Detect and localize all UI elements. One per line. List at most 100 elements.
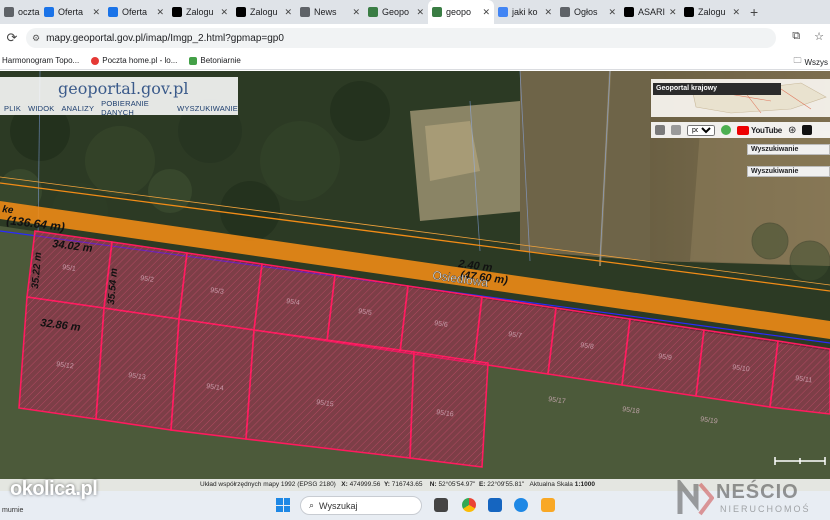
browser-tab[interactable]: ocztа✕ bbox=[0, 0, 40, 24]
menu-item-pobieranie[interactable]: POBIERANIE DANYCH bbox=[101, 99, 170, 117]
layers-icon[interactable] bbox=[655, 125, 665, 135]
search-icon bbox=[44, 7, 54, 17]
print-icon[interactable] bbox=[671, 125, 681, 135]
close-tab-icon[interactable]: ✕ bbox=[92, 7, 100, 18]
fullscreen-icon[interactable] bbox=[802, 125, 813, 135]
taskbar-left-text: murnie bbox=[2, 507, 24, 514]
youtube-label: YouTube bbox=[751, 125, 782, 135]
browser-tab[interactable]: News ✕ bbox=[296, 0, 364, 24]
all-bookmarks-folder[interactable]: 🗀 Wszys bbox=[793, 55, 828, 69]
url-input[interactable]: ⚙ mapy.geoportal.gov.pl/imap/Imgp_2.html… bbox=[26, 28, 776, 48]
plus-icon bbox=[189, 56, 198, 65]
close-tab-icon[interactable]: ✕ bbox=[284, 7, 292, 18]
geoportal-krajowy-label: Geoportal krajowy bbox=[653, 83, 781, 95]
search-icon bbox=[108, 7, 118, 17]
agency-name: NEŚCIO bbox=[716, 481, 799, 503]
search-icon: ⌕ bbox=[309, 500, 315, 510]
store-icon[interactable] bbox=[488, 498, 502, 512]
explorer-icon[interactable] bbox=[541, 498, 555, 512]
youtube-link[interactable]: YouTube bbox=[737, 125, 782, 135]
task-view-icon[interactable] bbox=[434, 498, 448, 512]
menu-item-wyszukiwanie[interactable]: WYSZUKIWANIE bbox=[177, 104, 238, 113]
map-canvas[interactable]: (136.64 m) ke 34.02 m 35.22 m 35.54 m 32… bbox=[0, 71, 830, 491]
e-value: 22°09'55.81" bbox=[487, 481, 525, 488]
taskbar-search[interactable]: ⌕ Wyszukaj bbox=[300, 496, 422, 515]
menu-item-analizy[interactable]: ANALIZY bbox=[61, 104, 94, 113]
browser-tab-label: geopo bbox=[446, 7, 472, 17]
close-tab-icon[interactable]: ✕ bbox=[669, 7, 677, 18]
browser-tab-label: Zalogu bbox=[250, 7, 278, 17]
browser-tab[interactable]: Oferta ✕ bbox=[40, 0, 104, 24]
browser-tab[interactable]: ASARI ✕ bbox=[620, 0, 680, 24]
map-icon bbox=[432, 7, 442, 17]
close-tab-icon[interactable]: ✕ bbox=[482, 7, 490, 18]
a-logo-icon bbox=[684, 7, 694, 17]
chrome-icon[interactable] bbox=[462, 498, 476, 512]
scale-value: 1:1000 bbox=[574, 481, 595, 488]
address-bar: ⟳ ⚙ mapy.geoportal.gov.pl/imap/Imgp_2.ht… bbox=[0, 24, 830, 52]
y-label: Y: bbox=[383, 481, 390, 488]
install-app-icon[interactable]: ⧉ bbox=[792, 30, 800, 43]
close-tab-icon[interactable]: ✕ bbox=[156, 7, 164, 18]
browser-tab[interactable]: Geopo ✕ bbox=[364, 0, 428, 24]
menu-item-widok[interactable]: WIDOK bbox=[28, 104, 54, 113]
site-info-icon[interactable]: ⚙ bbox=[32, 33, 40, 44]
taskbar-search-placeholder: Wyszukaj bbox=[319, 500, 358, 511]
browser-tab[interactable]: Oferta ✕ bbox=[104, 0, 168, 24]
geoportal-logo[interactable]: geoportal.gov.pl bbox=[58, 79, 189, 98]
mail-icon bbox=[91, 56, 100, 65]
bookmark-star-icon[interactable]: ☆ bbox=[814, 30, 824, 43]
geoportal-menu: PLIK WIDOK ANALIZY POBIERANIE DANYCH WYS… bbox=[0, 99, 238, 117]
close-tab-icon[interactable]: ✕ bbox=[544, 7, 552, 18]
browser-tab[interactable]: Ogłos ✕ bbox=[556, 0, 620, 24]
bookmark-item[interactable]: Betoniarnie bbox=[189, 56, 241, 65]
agency-sub: NIERUCHOMOŚ bbox=[720, 504, 811, 514]
browser-tab[interactable]: Zalogu ✕ bbox=[232, 0, 296, 24]
new-tab-button[interactable]: + bbox=[744, 4, 764, 20]
n-label: N: bbox=[429, 481, 437, 488]
overview-map[interactable]: Geoportal krajowy bbox=[651, 79, 830, 117]
browser-tab-label: Ogłos bbox=[574, 7, 598, 17]
close-tab-icon[interactable]: ✕ bbox=[352, 7, 360, 18]
partial-label: ke bbox=[2, 204, 15, 216]
bookmark-item[interactable]: Harmonogram Topo... bbox=[2, 56, 79, 65]
close-tab-icon[interactable]: ✕ bbox=[608, 7, 616, 18]
browser-tab-label: Oferta bbox=[122, 7, 148, 17]
bookmark-item-label: Harmonogram Topo... bbox=[2, 56, 80, 65]
language-select[interactable]: pol bbox=[687, 124, 715, 136]
edge-icon[interactable] bbox=[514, 498, 528, 512]
browser-tab-label: ocztа bbox=[18, 7, 40, 17]
reload-icon[interactable]: ⟳ bbox=[0, 30, 24, 46]
close-tab-icon[interactable]: ✕ bbox=[220, 7, 228, 18]
map-icon bbox=[368, 7, 378, 17]
youtube-icon bbox=[737, 125, 749, 135]
crs-label: Układ współrzędnych mapy 1992 (EPSG 2180… bbox=[200, 481, 336, 488]
globe-icon bbox=[300, 7, 310, 17]
search-field-1[interactable]: Wyszukiwanie bbox=[747, 144, 830, 155]
windows-start-icon[interactable] bbox=[276, 498, 290, 512]
tab-bar: ocztа✕Oferta✕Oferta✕Zalogu✕Zalogu✕News✕G… bbox=[0, 0, 830, 24]
bookmark-item[interactable]: Poczta home.pl - lo... bbox=[91, 56, 177, 65]
map-toolbar: pol YouTube ⊛ bbox=[651, 122, 830, 138]
menu-item-plik[interactable]: PLIK bbox=[4, 104, 21, 113]
a-logo-icon bbox=[236, 7, 246, 17]
close-tab-icon[interactable]: ✕ bbox=[732, 7, 740, 18]
bookmark-item-label: Betoniarnie bbox=[200, 56, 241, 65]
x-value: 474999.56 bbox=[349, 481, 381, 488]
x-label: X: bbox=[341, 481, 348, 488]
google-icon bbox=[498, 7, 508, 17]
bookmark-item-label: Poczta home.pl - lo... bbox=[102, 56, 178, 65]
close-tab-icon[interactable]: ✕ bbox=[416, 7, 424, 18]
browser-tab[interactable]: geopo ✕ bbox=[428, 0, 494, 24]
all-bookmarks-label: Wszys bbox=[804, 57, 828, 67]
help-icon[interactable] bbox=[721, 125, 731, 135]
globe-icon bbox=[560, 7, 570, 17]
accessibility-icon[interactable]: ⊛ bbox=[788, 125, 796, 136]
search-field-2[interactable]: Wyszukiwanie bbox=[747, 166, 830, 177]
browser-tab-label: jaki ko bbox=[512, 7, 538, 17]
browser-tab-label: News bbox=[314, 7, 337, 17]
browser-tab[interactable]: jaki ko ✕ bbox=[494, 0, 556, 24]
browser-tab[interactable]: Zalogu ✕ bbox=[168, 0, 232, 24]
browser-tab[interactable]: Zalogu ✕ bbox=[680, 0, 744, 24]
browser-tab-label: ASARI bbox=[638, 7, 666, 17]
